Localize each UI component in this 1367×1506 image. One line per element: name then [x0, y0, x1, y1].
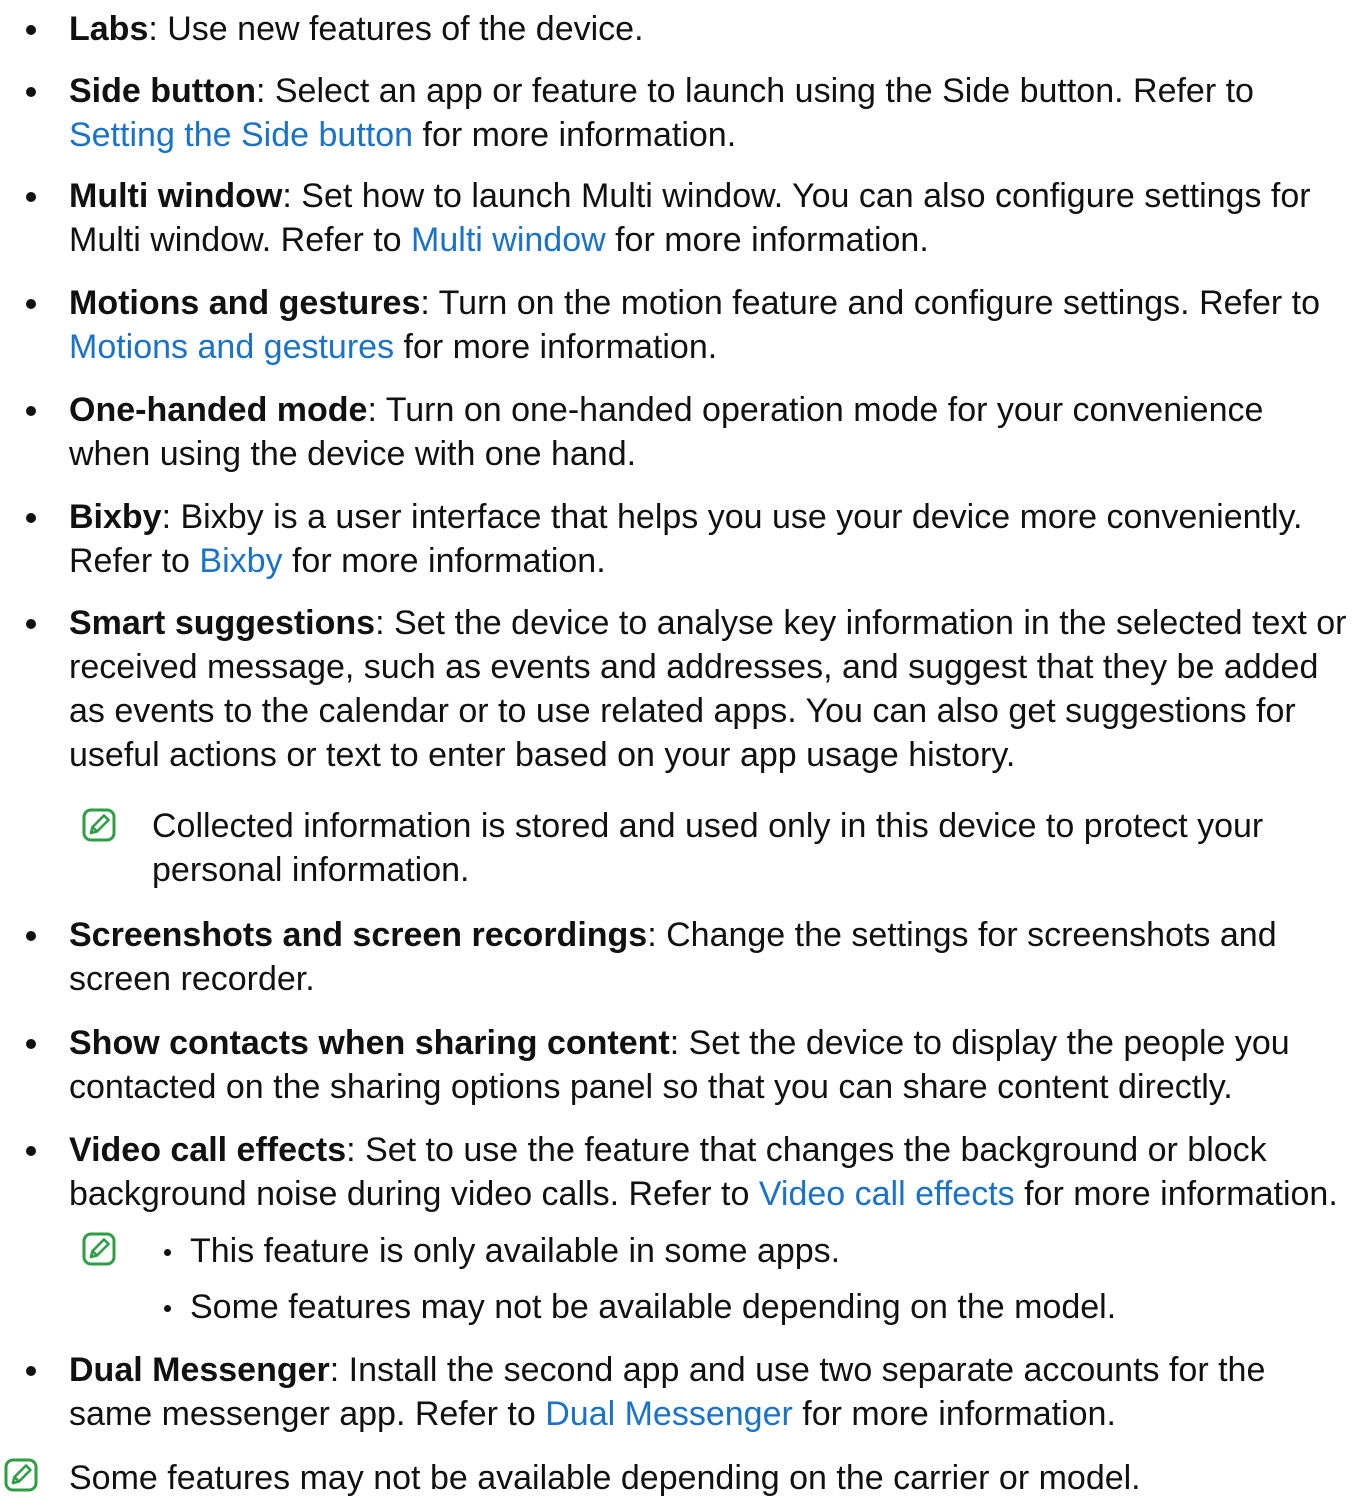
item-term: One-handed mode: [69, 391, 368, 429]
bullet: [26, 513, 36, 523]
note-video-call-1: This feature is only available in some a…: [190, 1232, 841, 1270]
item-description: : Turn on the motion feature and configu…: [420, 284, 1321, 322]
item-description-end: for more information.: [394, 328, 718, 366]
bullet: [26, 1039, 36, 1049]
sub-bullet: [164, 1249, 171, 1256]
bullet: [26, 87, 36, 97]
link-bixby[interactable]: Bixby: [199, 542, 282, 580]
note-video-call-2: Some features may not be available depen…: [190, 1288, 1117, 1326]
item-term: Labs: [69, 10, 149, 48]
item-term: Video call effects: [69, 1131, 347, 1169]
item-term: Multi window: [69, 177, 283, 215]
bullet: [26, 299, 36, 309]
bullet: [26, 931, 36, 941]
link-multi-window[interactable]: Multi window: [411, 221, 606, 259]
item-term: Smart suggestions: [69, 604, 376, 642]
note-pencil-icon: [4, 1458, 38, 1492]
link-setting-the-side-button[interactable]: Setting the Side button: [69, 116, 413, 154]
item-description-end: for more information.: [792, 1395, 1116, 1433]
bullet: [26, 406, 36, 416]
note-pencil-icon: [82, 1232, 116, 1266]
item-term: Side button: [69, 72, 256, 110]
item-description-end: for more information.: [413, 116, 737, 154]
item-term: Screenshots and screen recordings: [69, 916, 648, 954]
bullet: [26, 1366, 36, 1376]
link-dual-messenger[interactable]: Dual Messenger: [545, 1395, 793, 1433]
bullet: [26, 192, 36, 202]
item-term: Bixby: [69, 498, 162, 536]
bullet: [26, 619, 36, 629]
note-pencil-icon: [82, 808, 116, 842]
item-description-end: for more information.: [282, 542, 606, 580]
link-video-call-effects[interactable]: Video call effects: [759, 1175, 1015, 1213]
sub-bullet: [164, 1305, 171, 1312]
bullet: [26, 25, 36, 35]
item-description-end: for more information.: [1014, 1175, 1338, 1213]
item-term: Dual Messenger: [69, 1351, 330, 1389]
item-description: : Use new features of the device.: [148, 10, 644, 48]
note-footer: Some features may not be available depen…: [69, 1459, 1141, 1497]
item-term: Show contacts when sharing content: [69, 1024, 670, 1062]
note-smart-suggestions: Collected information is stored and used…: [152, 807, 1264, 889]
item-description: : Select an app or feature to launch usi…: [255, 72, 1254, 110]
bullet: [26, 1146, 36, 1156]
item-description-end: for more information.: [605, 221, 929, 259]
link-motions-and-gestures[interactable]: Motions and gestures: [69, 328, 394, 366]
item-term: Motions and gestures: [69, 284, 421, 322]
